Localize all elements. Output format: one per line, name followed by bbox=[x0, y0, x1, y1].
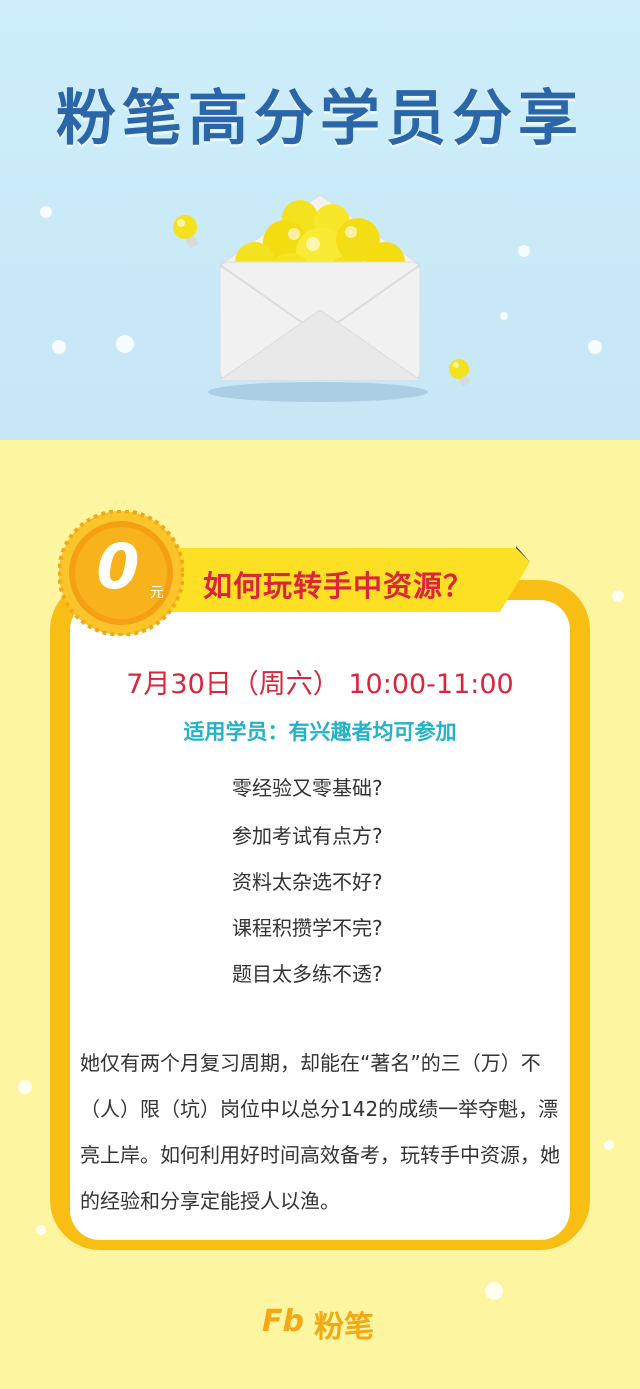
question-item: 题目太多练不透? bbox=[232, 962, 383, 986]
brand-name: 粉笔 bbox=[314, 1310, 374, 1345]
decor-dot bbox=[116, 335, 134, 353]
brand-mark: Fb bbox=[262, 1304, 304, 1339]
decor-dot bbox=[518, 245, 530, 257]
event-datetime: 7月30日（周六） 10:00-11:00 bbox=[126, 669, 514, 700]
description-paragraph: 她仅有两个月复习周期，却能在“著名”的三（万）不（人）限（坑）岗位中以总分142… bbox=[80, 1051, 560, 1213]
lightbulb-icon bbox=[449, 359, 470, 386]
question-item: 参加考试有点方? bbox=[232, 824, 383, 848]
question-item: 资料太杂选不好? bbox=[232, 870, 383, 894]
decor-dot bbox=[604, 1140, 614, 1150]
decor-dot bbox=[40, 206, 52, 218]
coin-unit: 元 bbox=[150, 585, 164, 601]
decor-dot bbox=[36, 1225, 46, 1235]
brand-logo: Fb 粉笔 bbox=[262, 1300, 392, 1345]
decor-dot bbox=[612, 590, 624, 602]
question-item: 课程积攒学不完? bbox=[232, 916, 383, 940]
page-title: 粉笔高分学员分享 bbox=[56, 84, 584, 154]
event-audience: 适用学员：有兴趣者均可参加 bbox=[183, 720, 457, 744]
decor-dot bbox=[485, 1282, 503, 1300]
coin-value: 0 bbox=[96, 530, 140, 603]
decor-dot bbox=[52, 340, 66, 354]
envelope-illustration bbox=[208, 194, 428, 402]
decor-dot bbox=[588, 340, 602, 354]
decor-dot bbox=[500, 312, 508, 320]
lightbulb-icon bbox=[173, 215, 199, 249]
decor-dot bbox=[18, 1080, 32, 1094]
wave-divider bbox=[0, 450, 640, 490]
banner-title: 如何玩转手中资源？ bbox=[203, 569, 474, 603]
question-item: 零经验又零基础? bbox=[232, 776, 383, 800]
